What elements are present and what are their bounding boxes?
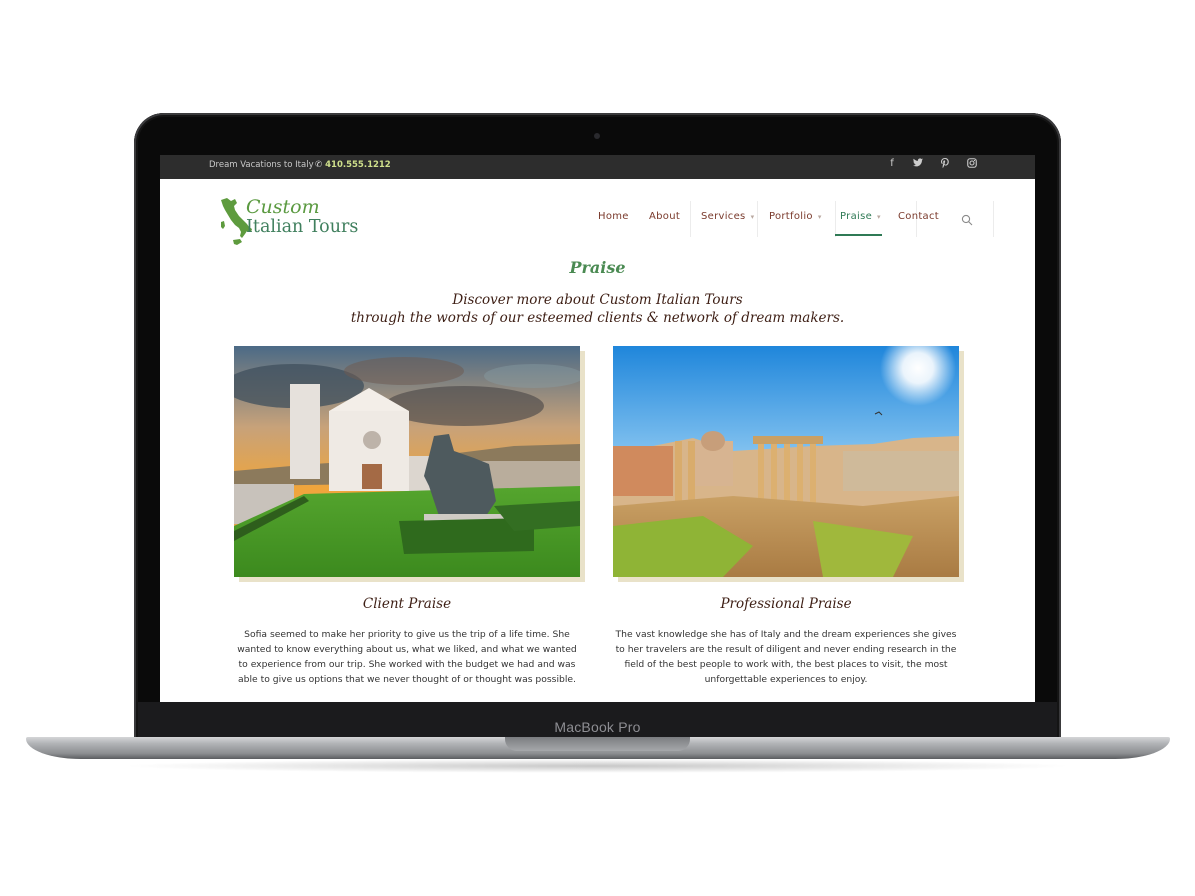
nav-divider [757, 201, 758, 237]
client-praise-heading: Client Praise [362, 596, 452, 612]
chevron-down-icon: ▾ [817, 213, 822, 221]
pinterest-icon[interactable] [937, 158, 953, 171]
nav-item-about[interactable]: About [649, 211, 680, 222]
nav-divider [690, 201, 691, 237]
client-praise-photo [234, 346, 585, 582]
nav-label: Contact [898, 211, 940, 222]
assisi-basilica-image [234, 346, 580, 577]
nav-label: About [649, 211, 681, 222]
page-title: Praise [569, 258, 626, 277]
nav-item-praise[interactable]: Praise ▾ [840, 211, 881, 222]
logo-text-italian-tours: Italian Tours [246, 217, 359, 237]
tagline: Dream Vacations to Italy [209, 160, 314, 170]
chevron-down-icon: ▾ [877, 213, 881, 221]
nav-label: Portfolio [769, 211, 813, 222]
nav-item-contact[interactable]: Contact [898, 211, 939, 222]
facebook-icon[interactable]: f [884, 158, 900, 169]
twitter-icon[interactable] [910, 158, 926, 170]
logo-text-custom: Custom [246, 196, 320, 218]
phone-number: 410.555.1212 [325, 160, 391, 170]
phone-link[interactable]: ✆ 410.555.1212 [315, 160, 391, 170]
nav-label: Home [598, 211, 629, 222]
laptop-brand-label: MacBook Pro [554, 719, 641, 735]
nav-item-services[interactable]: Services ▾ [701, 211, 754, 222]
nav-label: Praise [840, 211, 873, 222]
instagram-icon[interactable] [964, 158, 980, 171]
intro-line-2: through the words of our esteemed client… [350, 310, 845, 326]
laptop-opening-notch [505, 737, 690, 751]
professional-praise-photo [613, 346, 964, 582]
nav-divider [993, 201, 994, 237]
nav-active-indicator [835, 234, 882, 236]
roman-forum-image [613, 346, 959, 577]
laptop-shadow [120, 759, 1075, 773]
browser-screen: Dream Vacations to Italy ✆ 410.555.1212 f… [160, 155, 1035, 702]
search-icon[interactable] [961, 214, 973, 226]
professional-praise-text: The vast knowledge she has of Italy and … [615, 629, 957, 685]
site-logo[interactable]: Custom Italian Tours [219, 196, 379, 250]
nav-divider [835, 201, 836, 237]
professional-praise-heading: Professional Praise [720, 596, 852, 612]
nav-label: Services [701, 211, 746, 222]
nav-item-home[interactable]: Home [598, 211, 629, 222]
page-intro: Discover more about Custom Italian Tours… [160, 291, 1035, 327]
phone-icon: ✆ [315, 160, 323, 170]
chevron-down-icon: ▾ [750, 213, 755, 221]
camera-icon [594, 133, 600, 139]
nav-item-portfolio[interactable]: Portfolio ▾ [769, 211, 822, 222]
top-info-bar: Dream Vacations to Italy ✆ 410.555.1212 f [160, 155, 1035, 179]
intro-line-1: Discover more about Custom Italian Tours [452, 292, 743, 308]
client-praise-text: Sofia seemed to make her priority to giv… [237, 629, 577, 685]
